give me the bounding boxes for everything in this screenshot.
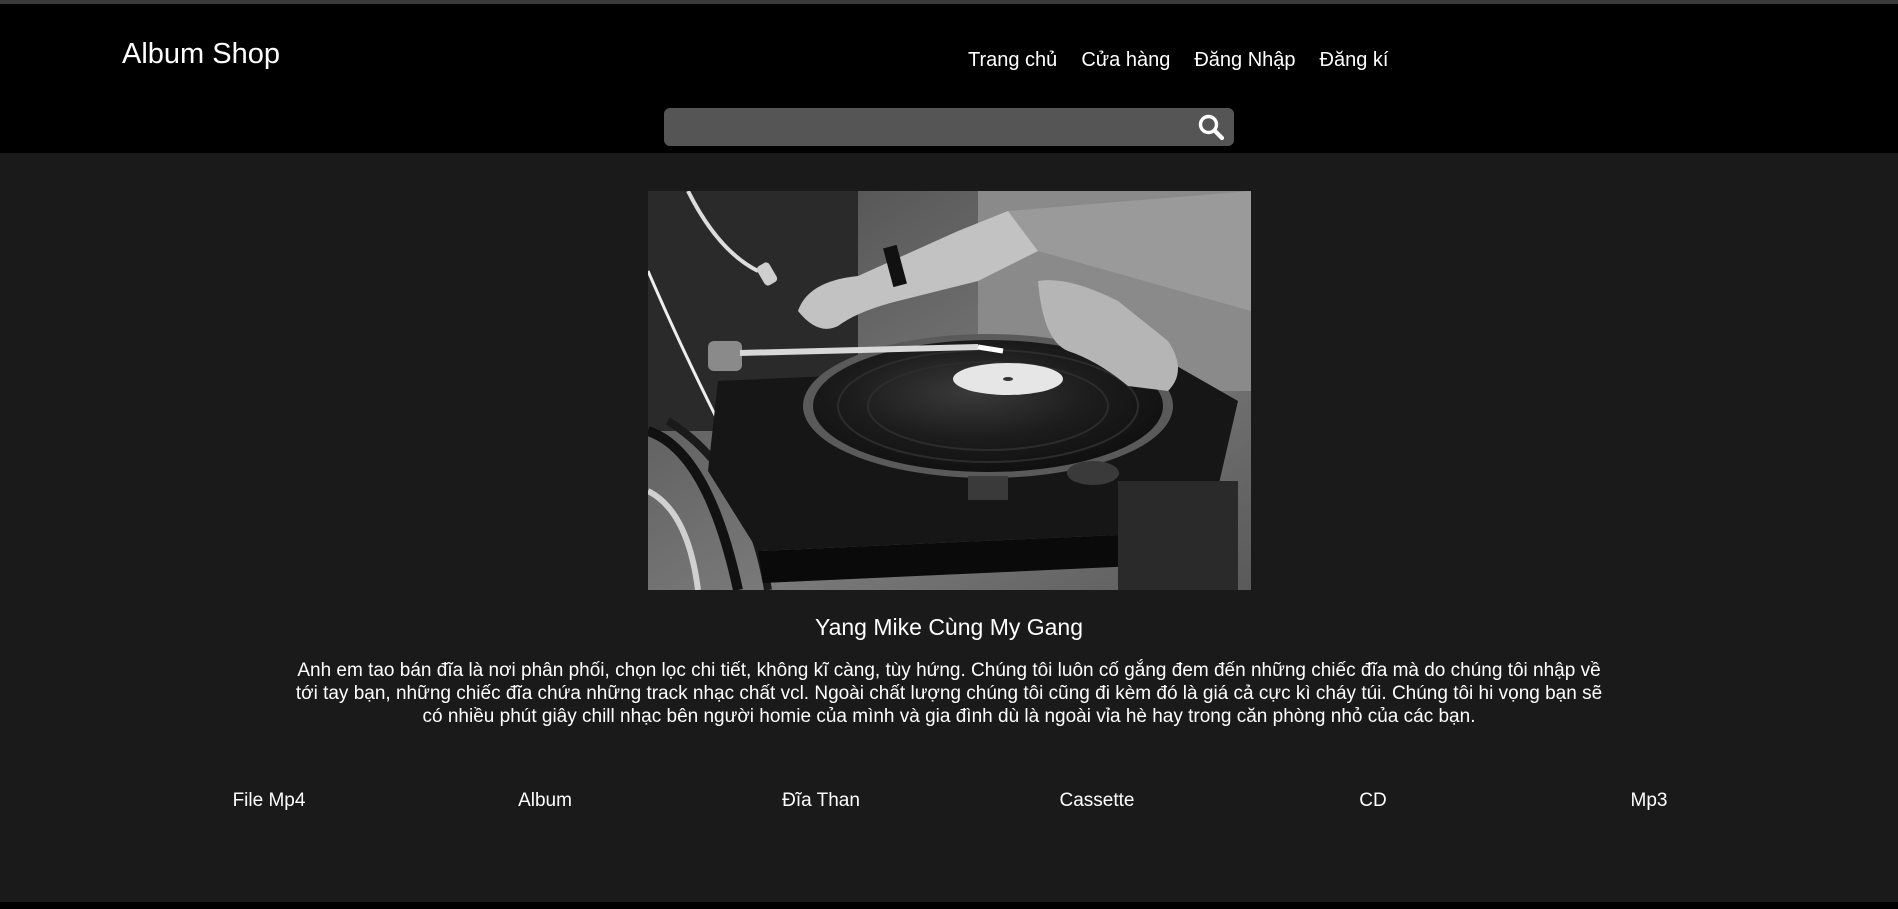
about-description: Anh em tao bán đĩa là nơi phân phối, chọ…: [295, 660, 1603, 727]
category-cassette[interactable]: Cassette: [1060, 790, 1135, 812]
category-list: File Mp4 Album Đĩa Than Cassette CD Mp3: [0, 790, 1898, 820]
nav-home[interactable]: Trang chủ: [968, 49, 1057, 72]
site-header: Album Shop Trang chủ Cửa hàng Đăng Nhập …: [0, 4, 1898, 153]
search-bar: [664, 108, 1234, 146]
about-title: Yang Mike Cùng My Gang: [814, 614, 1084, 640]
site-logo[interactable]: Album Shop: [122, 38, 280, 71]
nav-register[interactable]: Đăng kí: [1320, 49, 1389, 72]
nav-shop[interactable]: Cửa hàng: [1081, 49, 1170, 72]
category-cd[interactable]: CD: [1359, 790, 1386, 812]
search-input[interactable]: [674, 112, 1178, 144]
search-icon[interactable]: [1196, 112, 1226, 142]
bottom-border: [0, 902, 1898, 909]
category-album[interactable]: Album: [518, 790, 572, 812]
hero-turntable-image: [648, 191, 1251, 590]
category-mp3[interactable]: Mp3: [1631, 790, 1668, 812]
category-dia-than[interactable]: Đĩa Than: [782, 790, 860, 812]
nav-login[interactable]: Đăng Nhập: [1194, 49, 1295, 72]
category-file-mp4[interactable]: File Mp4: [233, 790, 306, 812]
main-nav: Trang chủ Cửa hàng Đăng Nhập Đăng kí: [968, 49, 1388, 72]
